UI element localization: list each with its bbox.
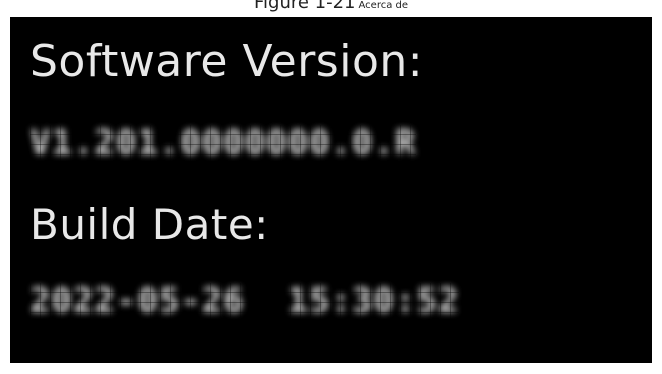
software-version-label: Software Version: bbox=[30, 36, 424, 87]
figure-title: Figure 1-21 bbox=[253, 0, 356, 13]
build-date-label: Build Date: bbox=[30, 200, 269, 249]
build-date-value: 2022-05-26 15:30:52 bbox=[30, 281, 460, 321]
build-date-value-row: 2022-05-26 15:30:52 bbox=[30, 281, 460, 321]
device-screen: Software Version: V1.201.0000000.0.R Bui… bbox=[10, 17, 652, 363]
software-version-value: V1.201.0000000.0.R bbox=[30, 123, 417, 163]
figure-subtitle: Acerca de bbox=[358, 0, 409, 11]
software-version-value-row: V1.201.0000000.0.R bbox=[30, 123, 417, 163]
